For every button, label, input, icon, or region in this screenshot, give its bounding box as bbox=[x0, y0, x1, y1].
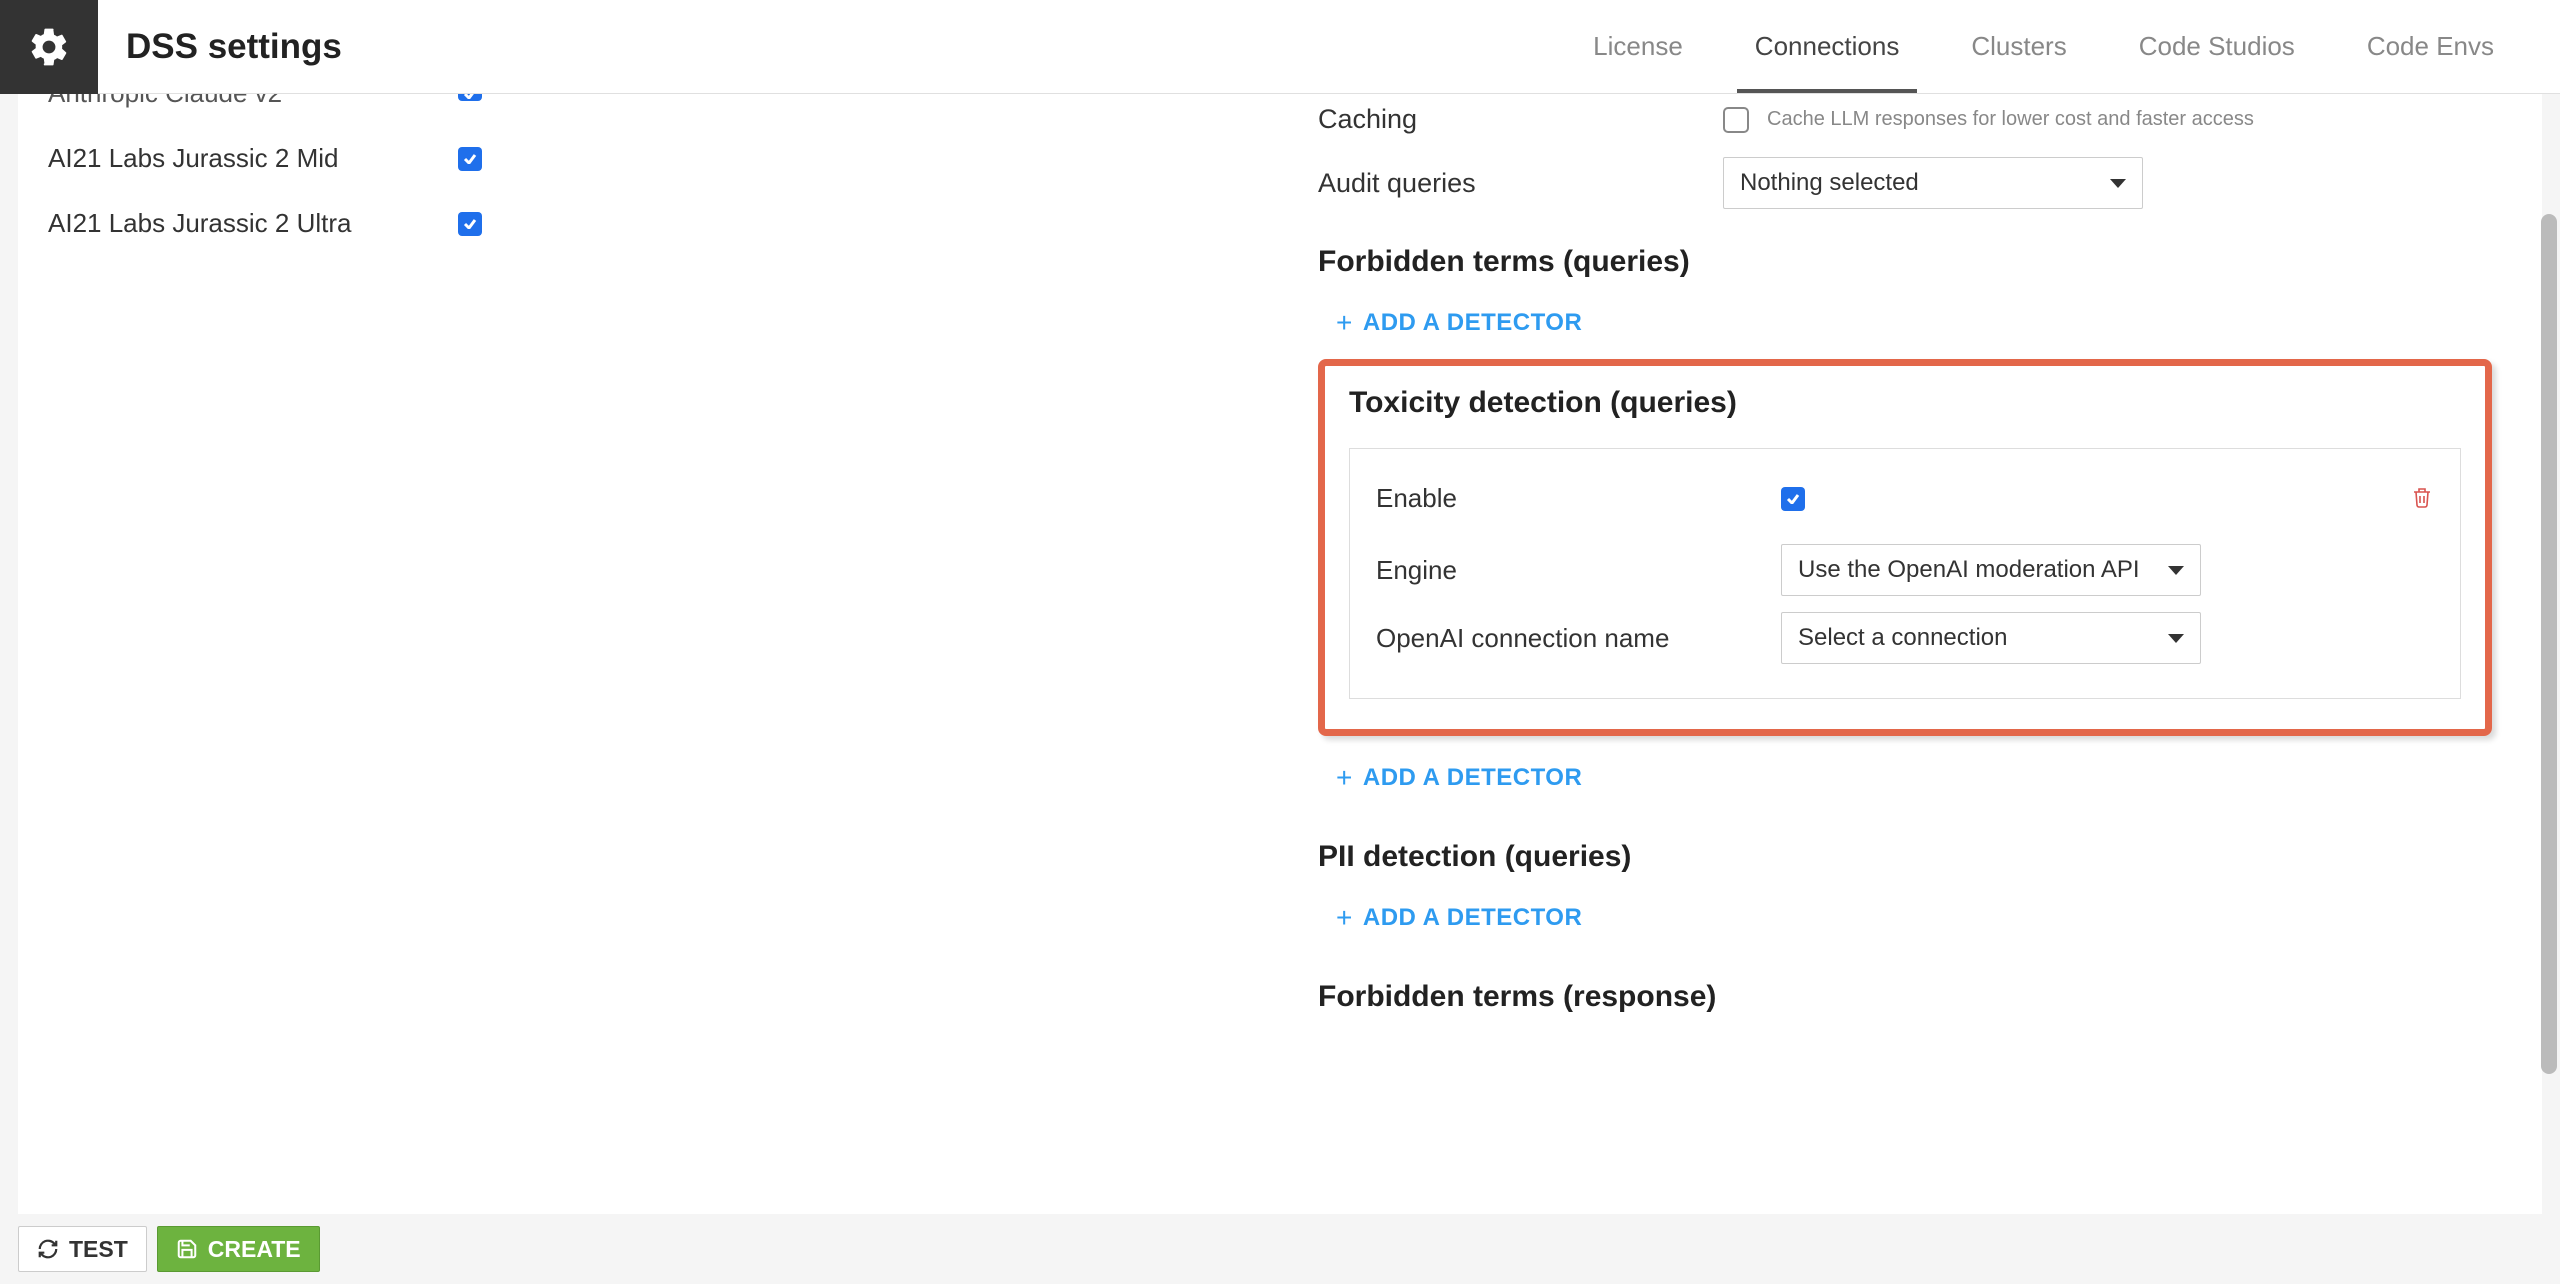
caching-row: Caching Cache LLM responses for lower co… bbox=[1318, 104, 2492, 135]
header: DSS settings License Connections Cluster… bbox=[0, 0, 2560, 94]
header-tabs: License Connections Clusters Code Studio… bbox=[1557, 0, 2560, 93]
tab-license[interactable]: License bbox=[1557, 0, 1719, 93]
enable-row: Enable bbox=[1376, 483, 2434, 514]
scrollbar-thumb[interactable] bbox=[2541, 214, 2557, 1074]
add-detector-label: ADD A DETECTOR bbox=[1363, 904, 1582, 932]
plus-icon: + bbox=[1336, 762, 1353, 794]
create-button-label: CREATE bbox=[208, 1236, 301, 1263]
model-name: AI21 Labs Jurassic 2 Mid bbox=[48, 143, 458, 174]
add-detector-toxicity[interactable]: + ADD A DETECTOR bbox=[1336, 762, 1582, 794]
model-row: Anthropic Claude v2 bbox=[48, 94, 1288, 139]
enable-checkbox[interactable] bbox=[1781, 487, 1805, 511]
forbidden-queries-heading: Forbidden terms (queries) bbox=[1318, 245, 2492, 279]
create-button[interactable]: CREATE bbox=[157, 1226, 320, 1272]
caching-label: Caching bbox=[1318, 104, 1723, 135]
settings-column: Caching Cache LLM responses for lower co… bbox=[1318, 94, 2542, 1216]
tab-code-studios[interactable]: Code Studios bbox=[2103, 0, 2331, 93]
model-checkbox[interactable] bbox=[458, 212, 482, 236]
engine-label: Engine bbox=[1376, 555, 1781, 586]
tab-code-envs[interactable]: Code Envs bbox=[2331, 0, 2530, 93]
add-detector-pii[interactable]: + ADD A DETECTOR bbox=[1336, 902, 1582, 934]
scrollbar-track[interactable] bbox=[2538, 94, 2560, 1216]
models-column: Anthropic Claude v2 AI21 Labs Jurassic 2… bbox=[18, 94, 1318, 1216]
model-checkbox[interactable] bbox=[458, 94, 482, 101]
trash-icon bbox=[2410, 484, 2434, 510]
model-row: AI21 Labs Jurassic 2 Ultra bbox=[48, 204, 1288, 269]
test-button[interactable]: TEST bbox=[18, 1226, 147, 1272]
openai-conn-value: Select a connection bbox=[1798, 624, 2007, 652]
engine-select[interactable]: Use the OpenAI moderation API bbox=[1781, 544, 2201, 596]
openai-conn-row: OpenAI connection name Select a connecti… bbox=[1376, 612, 2434, 664]
add-detector-label: ADD A DETECTOR bbox=[1363, 764, 1582, 792]
chevron-down-icon bbox=[2168, 634, 2184, 643]
model-name: Anthropic Claude v2 bbox=[48, 94, 458, 109]
audit-row: Audit queries Nothing selected bbox=[1318, 157, 2492, 209]
test-button-label: TEST bbox=[69, 1236, 128, 1263]
plus-icon: + bbox=[1336, 307, 1353, 339]
refresh-icon bbox=[37, 1238, 59, 1260]
engine-select-value: Use the OpenAI moderation API bbox=[1798, 556, 2140, 584]
save-icon bbox=[176, 1238, 198, 1260]
add-detector-label: ADD A DETECTOR bbox=[1363, 309, 1582, 337]
audit-label: Audit queries bbox=[1318, 168, 1723, 199]
settings-icon-box[interactable] bbox=[0, 0, 98, 94]
openai-conn-label: OpenAI connection name bbox=[1376, 623, 1781, 654]
openai-conn-select[interactable]: Select a connection bbox=[1781, 612, 2201, 664]
model-name: AI21 Labs Jurassic 2 Ultra bbox=[48, 208, 458, 239]
tab-clusters[interactable]: Clusters bbox=[1935, 0, 2102, 93]
forbidden-response-heading: Forbidden terms (response) bbox=[1318, 980, 2492, 1014]
add-detector-forbidden-queries[interactable]: + ADD A DETECTOR bbox=[1336, 307, 1582, 339]
gear-icon bbox=[27, 25, 71, 69]
footer: TEST CREATE bbox=[0, 1214, 2560, 1284]
caching-checkbox[interactable] bbox=[1723, 107, 1749, 133]
audit-select-value: Nothing selected bbox=[1740, 169, 1919, 197]
tab-connections[interactable]: Connections bbox=[1719, 0, 1936, 93]
toxicity-highlight-box: Toxicity detection (queries) Enable Engi… bbox=[1318, 359, 2492, 736]
page-title: DSS settings bbox=[98, 27, 1557, 67]
toxicity-heading: Toxicity detection (queries) bbox=[1349, 386, 2461, 420]
engine-row: Engine Use the OpenAI moderation API bbox=[1376, 544, 2434, 596]
chevron-down-icon bbox=[2110, 179, 2126, 188]
chevron-down-icon bbox=[2168, 566, 2184, 575]
model-row: AI21 Labs Jurassic 2 Mid bbox=[48, 139, 1288, 204]
enable-label: Enable bbox=[1376, 483, 1781, 514]
caching-helper: Cache LLM responses for lower cost and f… bbox=[1749, 108, 2254, 131]
audit-select[interactable]: Nothing selected bbox=[1723, 157, 2143, 209]
main-content: Anthropic Claude v2 AI21 Labs Jurassic 2… bbox=[18, 94, 2542, 1216]
plus-icon: + bbox=[1336, 902, 1353, 934]
delete-detector-button[interactable] bbox=[2410, 484, 2434, 513]
toxicity-detector-panel: Enable Engine Use the OpenAI moderation … bbox=[1349, 448, 2461, 699]
model-checkbox[interactable] bbox=[458, 147, 482, 171]
pii-heading: PII detection (queries) bbox=[1318, 840, 2492, 874]
